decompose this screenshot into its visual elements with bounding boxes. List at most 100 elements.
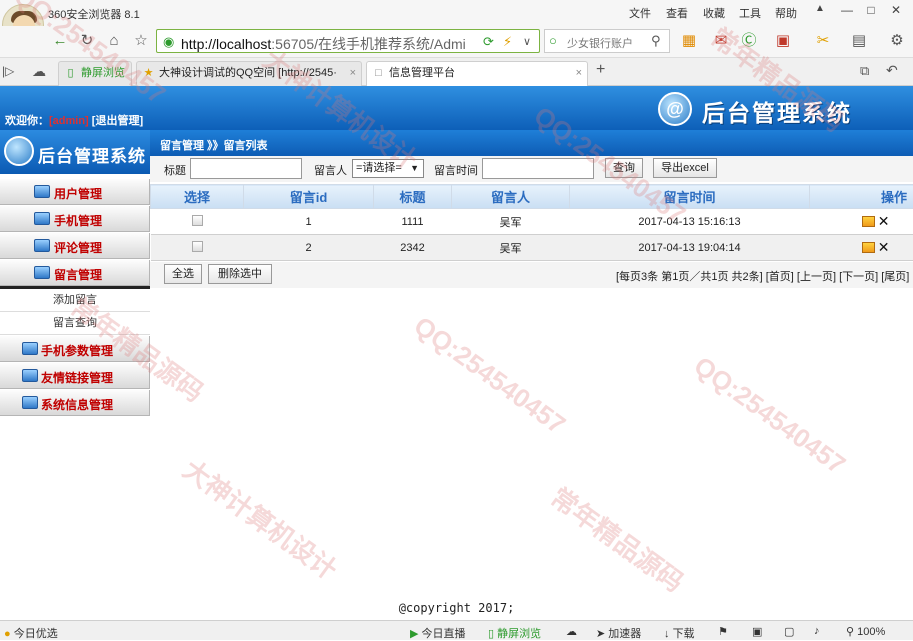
- bookmark-star-icon[interactable]: ☆: [130, 30, 152, 52]
- watermark-text: 常年精品源码: [544, 478, 692, 600]
- time-input[interactable]: [482, 158, 594, 179]
- refresh-page-icon[interactable]: ⟳: [483, 34, 494, 50]
- restore-tabs-icon[interactable]: ⧉: [860, 63, 869, 79]
- status-live[interactable]: ▶ 今日直播: [410, 625, 466, 641]
- skin-icon[interactable]: ▲: [811, 3, 829, 19]
- welcome-text: 欢迎你：[admin] [退出管理]: [5, 112, 143, 128]
- row-checkbox-cell: [151, 209, 244, 235]
- apps-grid-icon[interactable]: ▦: [678, 30, 700, 52]
- sidebar-item-comment-manage[interactable]: 评论管理: [0, 233, 150, 259]
- status-today-picks[interactable]: ● 今日优选: [4, 625, 58, 641]
- download-icon: ↓: [664, 628, 670, 640]
- refresh-icon[interactable]: ↻: [76, 30, 98, 52]
- phone-icon: ▯: [488, 628, 494, 640]
- subitem-query-message[interactable]: 留言查询: [0, 312, 150, 335]
- image-icon[interactable]: ▤: [848, 30, 870, 52]
- row-checkbox[interactable]: [192, 241, 203, 252]
- mail-icon[interactable]: ✉: [710, 30, 732, 52]
- status-download[interactable]: ↓ 下载: [664, 625, 695, 641]
- message-table: 选择 留言id 标题 留言人 留言时间 操作 1 1111 吴军 2017-04…: [150, 184, 913, 261]
- query-button[interactable]: 查询: [605, 158, 643, 178]
- sidebar-title: 后台管理系统: [38, 142, 146, 167]
- breadcrumb: 留言管理 》》留言列表: [160, 137, 268, 153]
- edit-icon[interactable]: [862, 216, 875, 227]
- search-box[interactable]: ○ 少女银行账户 ⚲: [544, 29, 670, 53]
- close-window-icon[interactable]: ✕: [887, 3, 905, 19]
- close-tab-icon[interactable]: ×: [576, 62, 582, 85]
- tab-qq-space[interactable]: ★ 大神设计调试的QQ空间 [http://2545· ×: [136, 61, 362, 86]
- logout-link[interactable]: [退出管理]: [92, 115, 143, 127]
- filter-bar: 标题 留言人 =请选择=▼ 留言时间 查询 导出excel: [150, 156, 913, 182]
- star-icon: ★: [142, 67, 155, 80]
- sidebar-item-message-manage[interactable]: 留言管理: [0, 260, 150, 286]
- author-select[interactable]: =请选择=▼: [352, 159, 424, 178]
- status-label: 100%: [857, 626, 885, 638]
- select-all-button[interactable]: 全选: [164, 264, 202, 284]
- page-icon: □: [372, 67, 385, 80]
- app-header: 欢迎你：[admin] [退出管理] @ 后台管理系统: [0, 86, 913, 130]
- title-input[interactable]: [190, 158, 302, 179]
- sidebar-item-user-manage[interactable]: 用户管理: [0, 179, 150, 205]
- header-select: 选择: [151, 185, 244, 209]
- minimize-icon[interactable]: —: [838, 3, 856, 19]
- search-icon[interactable]: ⚲: [651, 33, 661, 49]
- sidebar-item-label: 手机管理: [54, 212, 102, 229]
- cloud-icon[interactable]: ☁: [32, 63, 46, 80]
- home-icon[interactable]: ⌂: [103, 30, 125, 52]
- menu-file[interactable]: 文件: [629, 5, 651, 21]
- browser-status-bar: ● 今日优选 ▶ 今日直播 ▯ 静屏浏览 ☁ ➤ 加速器 ↓ 下载 ⚑ ▣ ▢ …: [0, 620, 913, 640]
- screenshot-icon[interactable]: ✂: [812, 30, 834, 52]
- row-checkbox[interactable]: [192, 215, 203, 226]
- cell-title: 1111: [374, 209, 452, 235]
- export-excel-button[interactable]: 导出excel: [653, 158, 717, 178]
- delete-icon[interactable]: ✕: [878, 213, 890, 230]
- status-zoom[interactable]: ⚲ 100%: [846, 625, 885, 638]
- menu-help[interactable]: 帮助: [775, 5, 797, 21]
- menu-tools[interactable]: 工具: [739, 5, 761, 21]
- sidebar-toggle-icon[interactable]: |▷: [2, 64, 14, 78]
- back-icon[interactable]: ←: [49, 30, 71, 52]
- search-engine-icon[interactable]: ○: [549, 33, 557, 48]
- edit-icon[interactable]: [862, 242, 875, 253]
- table-row: 1 1111 吴军 2017-04-13 15:16:13 ✕: [151, 209, 913, 235]
- zoom-icon: ⚲: [846, 626, 854, 638]
- address-bar[interactable]: ◉ http://localhost:56705/在线手机推荐系统/Admi ⟳…: [156, 29, 540, 53]
- tab-info-platform[interactable]: □ 信息管理平台 ×: [366, 61, 588, 86]
- url-text[interactable]: http://localhost:56705/在线手机推荐系统/Admi: [181, 34, 481, 54]
- username-link[interactable]: [admin]: [49, 115, 89, 127]
- translate-icon[interactable]: Ⓒ: [738, 30, 760, 52]
- dropdown-icon[interactable]: ∨: [523, 35, 531, 48]
- menu-favorites[interactable]: 收藏: [703, 5, 725, 21]
- status-box-icon[interactable]: ▢: [784, 625, 794, 638]
- tab-静屏浏览[interactable]: ▯ 静屏浏览: [58, 61, 132, 86]
- delete-selected-button[interactable]: 删除选中: [208, 264, 272, 284]
- undo-close-icon[interactable]: ↶: [886, 62, 898, 79]
- status-quiet-mode[interactable]: ▯ 静屏浏览: [488, 625, 541, 641]
- status-cloud-icon[interactable]: ☁: [566, 625, 577, 638]
- extensions-icon[interactable]: ⚙: [886, 30, 908, 52]
- sidebar: 后台管理系统 用户管理 手机管理 评论管理 留言管理 添加留言 留言查询 手机参…: [0, 130, 150, 430]
- delete-icon[interactable]: ✕: [878, 239, 890, 256]
- status-label: 今日直播: [422, 628, 466, 640]
- status-flag-icon[interactable]: ⚑: [718, 625, 728, 638]
- lightning-icon[interactable]: ⚡: [503, 34, 512, 50]
- close-tab-icon[interactable]: ×: [350, 62, 356, 85]
- sidebar-item-phone-manage[interactable]: 手机管理: [0, 206, 150, 232]
- new-tab-button[interactable]: +: [596, 61, 605, 79]
- status-window-icon[interactable]: ▣: [752, 625, 762, 638]
- maximize-icon[interactable]: □: [862, 3, 880, 19]
- status-accelerator[interactable]: ➤ 加速器: [596, 625, 641, 641]
- browser-title-bar: 360安全浏览器 8.1 文件 查看 收藏 工具 帮助 ▲ — □ ✕: [0, 0, 913, 26]
- menu-view[interactable]: 查看: [666, 5, 688, 21]
- sidebar-item-phone-param-manage[interactable]: 手机参数管理: [0, 336, 150, 362]
- author-select-value: =请选择=: [356, 162, 402, 174]
- subitem-add-message[interactable]: 添加留言: [0, 289, 150, 312]
- sidebar-item-system-info-manage[interactable]: 系统信息管理: [0, 390, 150, 416]
- adblock-icon[interactable]: ▣: [772, 30, 794, 52]
- status-volume-icon[interactable]: ♪: [814, 625, 820, 637]
- search-input[interactable]: 少女银行账户: [567, 35, 633, 51]
- sidebar-item-link-manage[interactable]: 友情链接管理: [0, 363, 150, 389]
- status-label: 加速器: [608, 628, 641, 640]
- monitor-icon: [22, 369, 38, 382]
- pagination[interactable]: [每页3条 第1页／共1页 共2条] [首页] [上一页] [下一页] [尾页]: [616, 268, 909, 284]
